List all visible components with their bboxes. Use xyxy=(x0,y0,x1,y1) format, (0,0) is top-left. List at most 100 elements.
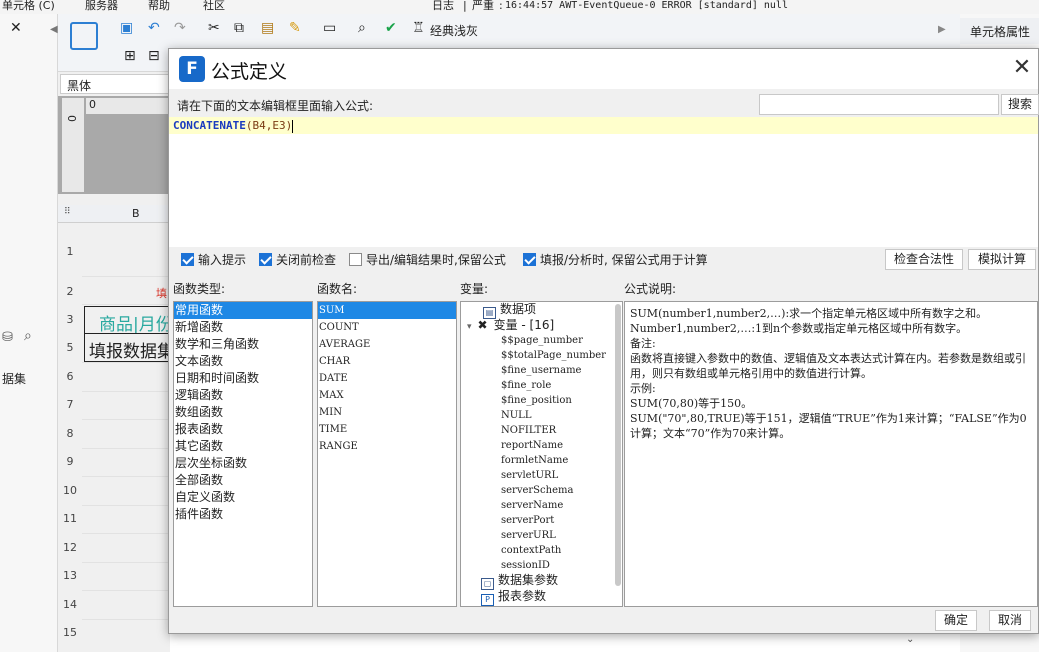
tree-item-dataset-params[interactable]: ▢ 数据集参数 xyxy=(481,573,558,590)
tree-var[interactable]: $$page_number xyxy=(501,333,583,348)
list-item[interactable]: 文本函数 xyxy=(174,353,312,370)
collapse-icon[interactable]: ✕ xyxy=(10,20,22,36)
theme-icon[interactable]: ♖ xyxy=(412,20,425,36)
list-item[interactable]: 数学和三角函数 xyxy=(174,336,312,353)
paste-icon[interactable]: ▤ xyxy=(261,20,274,36)
search-input[interactable] xyxy=(759,94,999,115)
list-item[interactable]: RANGE xyxy=(318,438,456,455)
row-number[interactable]: 1 xyxy=(58,245,82,258)
row-number[interactable]: 2 xyxy=(58,285,82,298)
select-all-icon[interactable]: ⠿ xyxy=(64,207,71,217)
tree-var[interactable]: $fine_position xyxy=(501,393,572,408)
redo-icon[interactable]: ↷ xyxy=(174,20,186,36)
tree-item-data-items[interactable]: ▤ 数据项 xyxy=(483,302,536,319)
menu-help[interactable]: 帮助 xyxy=(148,0,170,12)
row-number[interactable]: 6 xyxy=(58,370,82,383)
chevron-right-icon[interactable]: ▶ xyxy=(938,22,946,38)
tree-var[interactable]: $fine_username xyxy=(501,363,581,378)
function-name-list[interactable]: SUM COUNT AVERAGE CHAR DATE MAX MIN TIME… xyxy=(317,301,457,607)
cell-b3[interactable]: 商品|月份 xyxy=(84,306,170,334)
list-item[interactable]: TIME xyxy=(318,421,456,438)
tree-var[interactable]: contextPath xyxy=(501,543,561,558)
simulate-button[interactable]: 模拟计算 xyxy=(968,249,1036,270)
log-button[interactable]: 日志 xyxy=(432,0,454,12)
cell-properties-title[interactable]: 单元格属性 xyxy=(960,18,1039,44)
preview-icon[interactable]: ▭ xyxy=(323,20,336,36)
row-number[interactable]: 8 xyxy=(58,427,82,440)
list-item[interactable]: 日期和时间函数 xyxy=(174,370,312,387)
save-icon[interactable]: ▣ xyxy=(120,20,133,36)
list-item[interactable]: 层次坐标函数 xyxy=(174,455,312,472)
tree-var[interactable]: formletName xyxy=(501,453,568,468)
list-item[interactable]: 逻辑函数 xyxy=(174,387,312,404)
row-number[interactable]: 13 xyxy=(58,569,82,582)
tree-var[interactable]: reportName xyxy=(501,438,563,453)
row-number[interactable]: 7 xyxy=(58,398,82,411)
row-number[interactable]: 5 xyxy=(58,341,82,354)
list-item[interactable]: DATE xyxy=(318,370,456,387)
menu-community[interactable]: 社区 xyxy=(203,0,225,12)
list-item[interactable]: 报表函数 xyxy=(174,421,312,438)
cancel-button[interactable]: 取消 xyxy=(989,610,1031,631)
row-number[interactable]: 3 xyxy=(58,313,82,326)
row-number[interactable]: 11 xyxy=(58,512,82,525)
row-number[interactable]: 10 xyxy=(58,484,82,497)
grid-icon[interactable]: ⊟ xyxy=(148,48,160,64)
list-item[interactable]: AVERAGE xyxy=(318,336,456,353)
keep-formula-export-checkbox[interactable]: 导出/编辑结果时,保留公式 xyxy=(349,252,506,269)
ok-button[interactable]: 确定 xyxy=(935,610,977,631)
chevron-left-icon[interactable]: ◀ xyxy=(50,24,58,35)
expand-arrow-icon[interactable]: ▾ xyxy=(467,322,472,332)
cell-b5[interactable]: 填报数据集 xyxy=(84,334,170,362)
zoom-icon[interactable]: ⌕ xyxy=(358,20,366,36)
list-item[interactable]: 数组函数 xyxy=(174,404,312,421)
list-item[interactable]: 自定义函数 xyxy=(174,489,312,506)
tree-var[interactable]: $fine_role xyxy=(501,378,551,393)
row-number[interactable]: 14 xyxy=(58,598,82,611)
variable-tree[interactable]: ▤ 数据项 ▾ ✖ 变量 - [16] $$page_number $$totalPa… xyxy=(460,301,623,607)
tree-var[interactable]: serverSchema xyxy=(501,483,573,498)
menu-server[interactable]: 服务器 xyxy=(85,0,118,12)
list-item[interactable]: 常用函数 xyxy=(174,302,312,319)
menu-cell-format[interactable]: 单元格 (C) xyxy=(2,0,55,12)
list-item[interactable]: SUM xyxy=(318,302,456,319)
list-item[interactable]: 插件函数 xyxy=(174,506,312,523)
formula-editor[interactable]: CONCATENATE(B4,E3) xyxy=(169,117,1038,247)
list-item[interactable]: MAX xyxy=(318,387,456,404)
list-item[interactable]: 其它函数 xyxy=(174,438,312,455)
template-icon[interactable] xyxy=(70,22,98,50)
tree-var[interactable]: serverURL xyxy=(501,528,556,543)
chevron-down-icon[interactable]: ⌄ xyxy=(906,634,914,645)
tree-var[interactable]: NOFILTER xyxy=(501,423,556,438)
search-button[interactable]: 搜索 xyxy=(1001,94,1039,115)
list-item[interactable]: MIN xyxy=(318,404,456,421)
column-b-label[interactable]: B xyxy=(132,207,140,220)
list-item[interactable]: 全部函数 xyxy=(174,472,312,489)
close-icon[interactable]: ✕ xyxy=(1011,57,1033,79)
vertical-scrollbar[interactable] xyxy=(615,304,621,586)
tree-var[interactable]: sessionID xyxy=(501,558,550,573)
check-before-close-checkbox[interactable]: 关闭前检查 xyxy=(259,252,336,269)
format-brush-icon[interactable]: ✎ xyxy=(289,20,301,36)
list-item[interactable]: 新增函数 xyxy=(174,319,312,336)
tree-var[interactable]: servletURL xyxy=(501,468,558,483)
theme-label[interactable]: 经典浅灰 xyxy=(430,22,478,39)
table-icon[interactable]: ⊞ xyxy=(124,48,136,64)
formula-text[interactable]: CONCATENATE(B4,E3) xyxy=(173,118,294,133)
tree-var[interactable]: NULL xyxy=(501,408,531,423)
tree-var[interactable]: serverPort xyxy=(501,513,554,528)
row-number[interactable]: 15 xyxy=(58,626,82,639)
check-icon[interactable]: ✔ xyxy=(385,20,397,36)
keep-formula-calc-checkbox[interactable]: 填报/分析时, 保留公式用于计算 xyxy=(523,252,708,269)
cut-icon[interactable]: ✂ xyxy=(208,20,220,36)
tree-item-report-params[interactable]: P 报表参数 xyxy=(481,589,546,606)
row-number[interactable]: 9 xyxy=(58,455,82,468)
list-item[interactable]: COUNT xyxy=(318,319,456,336)
function-type-list[interactable]: 常用函数 新增函数 数学和三角函数 文本函数 日期和时间函数 逻辑函数 数组函数… xyxy=(173,301,313,607)
undo-icon[interactable]: ↶ xyxy=(148,20,160,36)
font-select[interactable]: 黑体 xyxy=(60,74,170,94)
list-item[interactable]: CHAR xyxy=(318,353,456,370)
check-validity-button[interactable]: 检查合法性 xyxy=(885,249,963,270)
tree-var[interactable]: serverName xyxy=(501,498,563,513)
row-number[interactable]: 12 xyxy=(58,541,82,554)
